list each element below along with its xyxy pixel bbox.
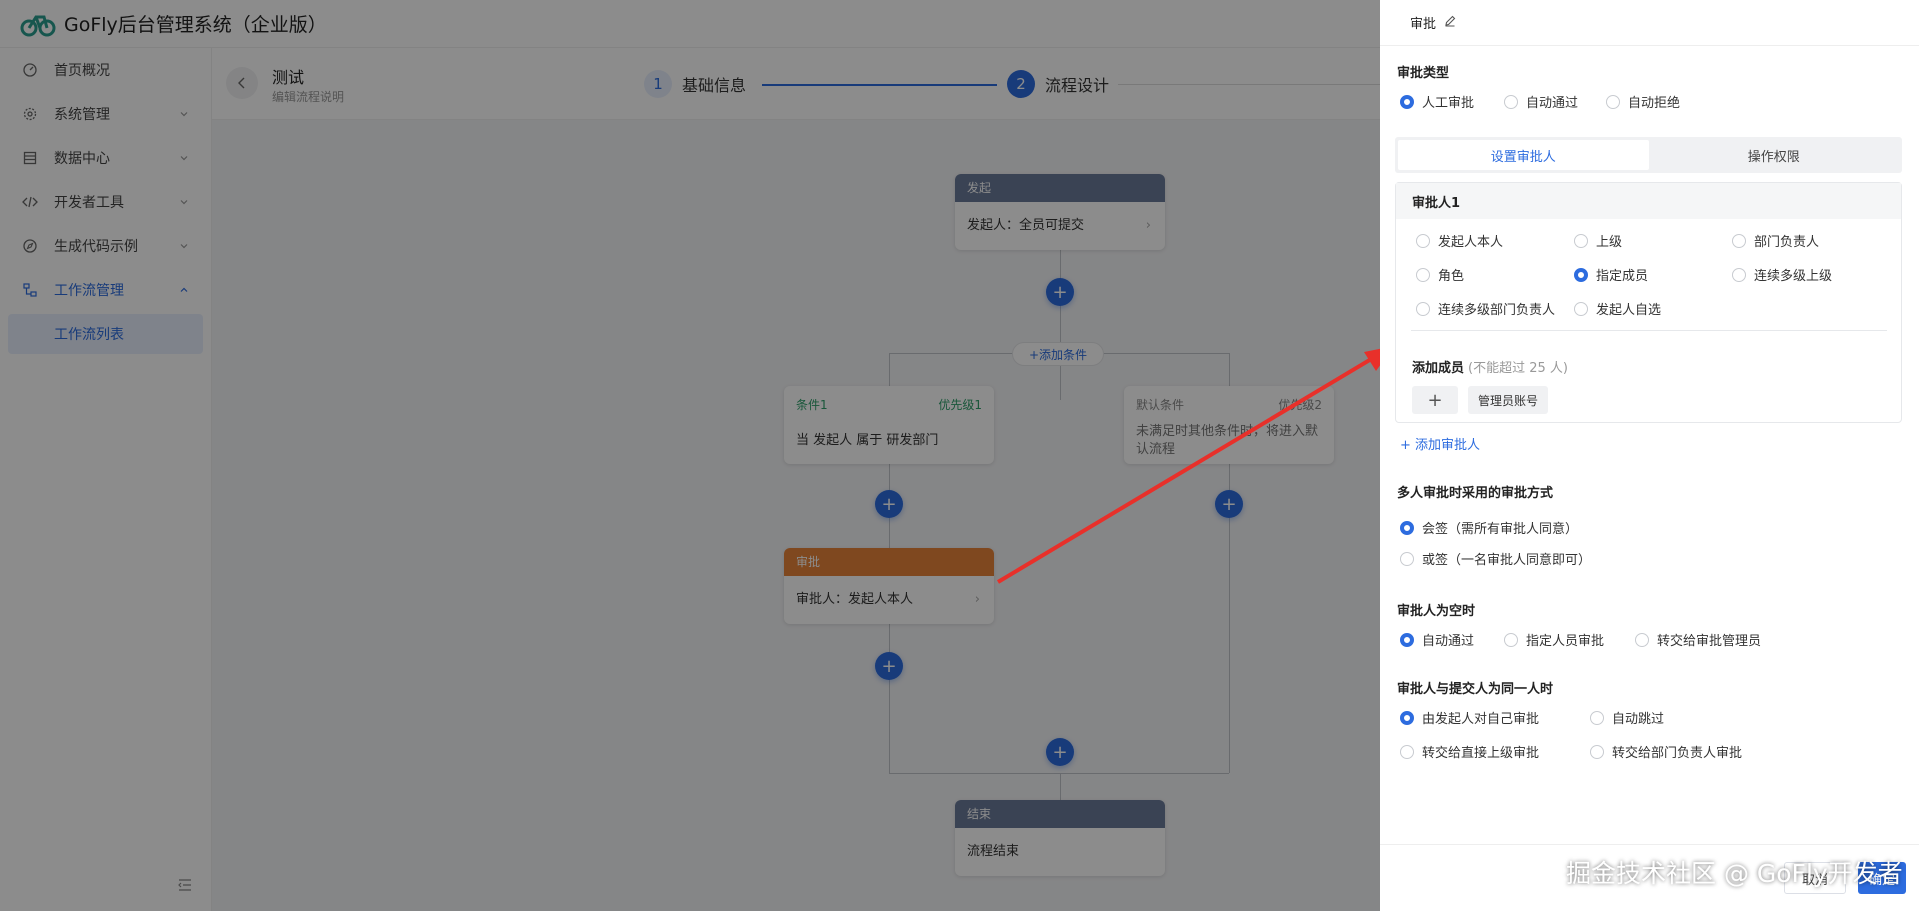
member-tag[interactable]: 管理员账号 (1468, 386, 1549, 414)
add-approver-link[interactable]: + 添加审批人 (1400, 434, 1480, 453)
add-member-label: 添加成员 (不能超过 25 人) (1412, 357, 1568, 376)
radio-label: 发起人本人 (1438, 235, 1504, 250)
radio-icon (1416, 267, 1430, 282)
approval-settings-drawer: 审批 审批类型 人工审批 自动通过 自动拒绝 设置审批人 操作权限 审批人1 发… (1380, 0, 1919, 911)
radio-icon (1590, 744, 1604, 759)
radio-icon (1504, 94, 1518, 109)
radio-self-approve[interactable]: 由发起人对自己审批 (1400, 708, 1539, 727)
radio-label: 或签（一名审批人同意即可） (1422, 553, 1592, 568)
radio-icon (1635, 632, 1649, 647)
add-member-button[interactable]: + (1412, 386, 1458, 414)
radio-icon (1400, 632, 1414, 647)
drawer-title: 审批 (1410, 17, 1437, 32)
radio-icon (1400, 520, 1414, 535)
settings-tabs: 设置审批人 操作权限 (1395, 137, 1902, 173)
radio-icon (1400, 710, 1414, 725)
radio-auto-approve[interactable]: 自动通过 (1504, 92, 1578, 111)
radio-icon (1574, 267, 1588, 282)
approval-type-title: 审批类型 (1397, 66, 1450, 81)
radio-to-dept-head[interactable]: 转交给部门负责人审批 (1590, 742, 1742, 761)
radio-label: 会签（需所有审批人同意） (1422, 522, 1579, 537)
radio-label: 角色 (1438, 269, 1465, 284)
radio-label: 转交给审批管理员 (1657, 634, 1762, 649)
tab-set-approver[interactable]: 设置审批人 (1398, 140, 1649, 170)
radio-dept-head[interactable]: 部门负责人 (1732, 231, 1819, 250)
edit-icon[interactable] (1444, 15, 1456, 31)
radio-empty-admin[interactable]: 转交给审批管理员 (1635, 630, 1761, 649)
radio-label: 部门负责人 (1754, 235, 1820, 250)
radio-label: 上级 (1596, 235, 1623, 250)
divider (1411, 330, 1887, 331)
radio-label: 发起人自选 (1596, 303, 1662, 318)
radio-label: 连续多级部门负责人 (1438, 303, 1556, 318)
radio-icon (1416, 301, 1430, 316)
radio-auto-reject[interactable]: 自动拒绝 (1606, 92, 1680, 111)
radio-label: 自动跳过 (1612, 712, 1665, 727)
radio-icon (1606, 94, 1620, 109)
radio-icon (1416, 233, 1430, 248)
radio-initiator-self[interactable]: 发起人本人 (1416, 231, 1503, 250)
radio-initiator-choose[interactable]: 发起人自选 (1574, 299, 1661, 318)
radio-label: 由发起人对自己审批 (1422, 712, 1540, 727)
radio-specific-member[interactable]: 指定成员 (1574, 265, 1648, 284)
radio-icon (1400, 94, 1414, 109)
radio-label: 连续多级上级 (1754, 269, 1833, 284)
drawer-header: 审批 (1380, 0, 1919, 46)
radio-auto-skip[interactable]: 自动跳过 (1590, 708, 1664, 727)
add-member-label-text: 添加成员 (1412, 361, 1465, 376)
tab-permissions[interactable]: 操作权限 (1649, 140, 1900, 170)
radio-icon (1504, 632, 1518, 647)
radio-icon (1400, 551, 1414, 566)
radio-or-sign[interactable]: 或签（一名审批人同意即可） (1400, 549, 1591, 568)
radio-icon (1732, 233, 1746, 248)
multi-approval-mode-title: 多人审批时采用的审批方式 (1397, 486, 1554, 501)
approver-card: 审批人1 发起人本人 上级 部门负责人 角色 指定成员 连续多级上级 连续多级部… (1395, 182, 1902, 423)
radio-label: 自动通过 (1526, 96, 1579, 111)
radio-label: 自动通过 (1422, 634, 1475, 649)
radio-role[interactable]: 角色 (1416, 265, 1464, 284)
radio-label: 指定成员 (1596, 269, 1649, 284)
radio-multi-level-dept-head[interactable]: 连续多级部门负责人 (1416, 299, 1555, 318)
approver-card-title: 审批人1 (1396, 183, 1901, 219)
radio-icon (1732, 267, 1746, 282)
radio-countersign[interactable]: 会签（需所有审批人同意） (1400, 518, 1578, 537)
radio-to-direct-superior[interactable]: 转交给直接上级审批 (1400, 742, 1539, 761)
modal-overlay[interactable] (0, 0, 1380, 911)
radio-icon (1574, 233, 1588, 248)
radio-empty-auto-approve[interactable]: 自动通过 (1400, 630, 1474, 649)
radio-label: 转交给部门负责人审批 (1612, 746, 1743, 761)
radio-label: 指定人员审批 (1526, 634, 1605, 649)
radio-label: 人工审批 (1422, 96, 1475, 111)
radio-superior[interactable]: 上级 (1574, 231, 1622, 250)
radio-manual-approval[interactable]: 人工审批 (1400, 92, 1474, 111)
radio-icon (1400, 744, 1414, 759)
empty-approver-title: 审批人为空时 (1397, 604, 1476, 619)
add-member-hint: (不能超过 25 人) (1468, 361, 1568, 376)
radio-label: 自动拒绝 (1628, 96, 1681, 111)
radio-icon (1590, 710, 1604, 725)
radio-empty-specific[interactable]: 指定人员审批 (1504, 630, 1604, 649)
radio-icon (1574, 301, 1588, 316)
radio-label: 转交给直接上级审批 (1422, 746, 1540, 761)
watermark: 掘金技术社区 @ GoFly开发者 (1566, 859, 1903, 888)
same-person-title: 审批人与提交人为同一人时 (1397, 682, 1554, 697)
radio-multi-level-superior[interactable]: 连续多级上级 (1732, 265, 1832, 284)
